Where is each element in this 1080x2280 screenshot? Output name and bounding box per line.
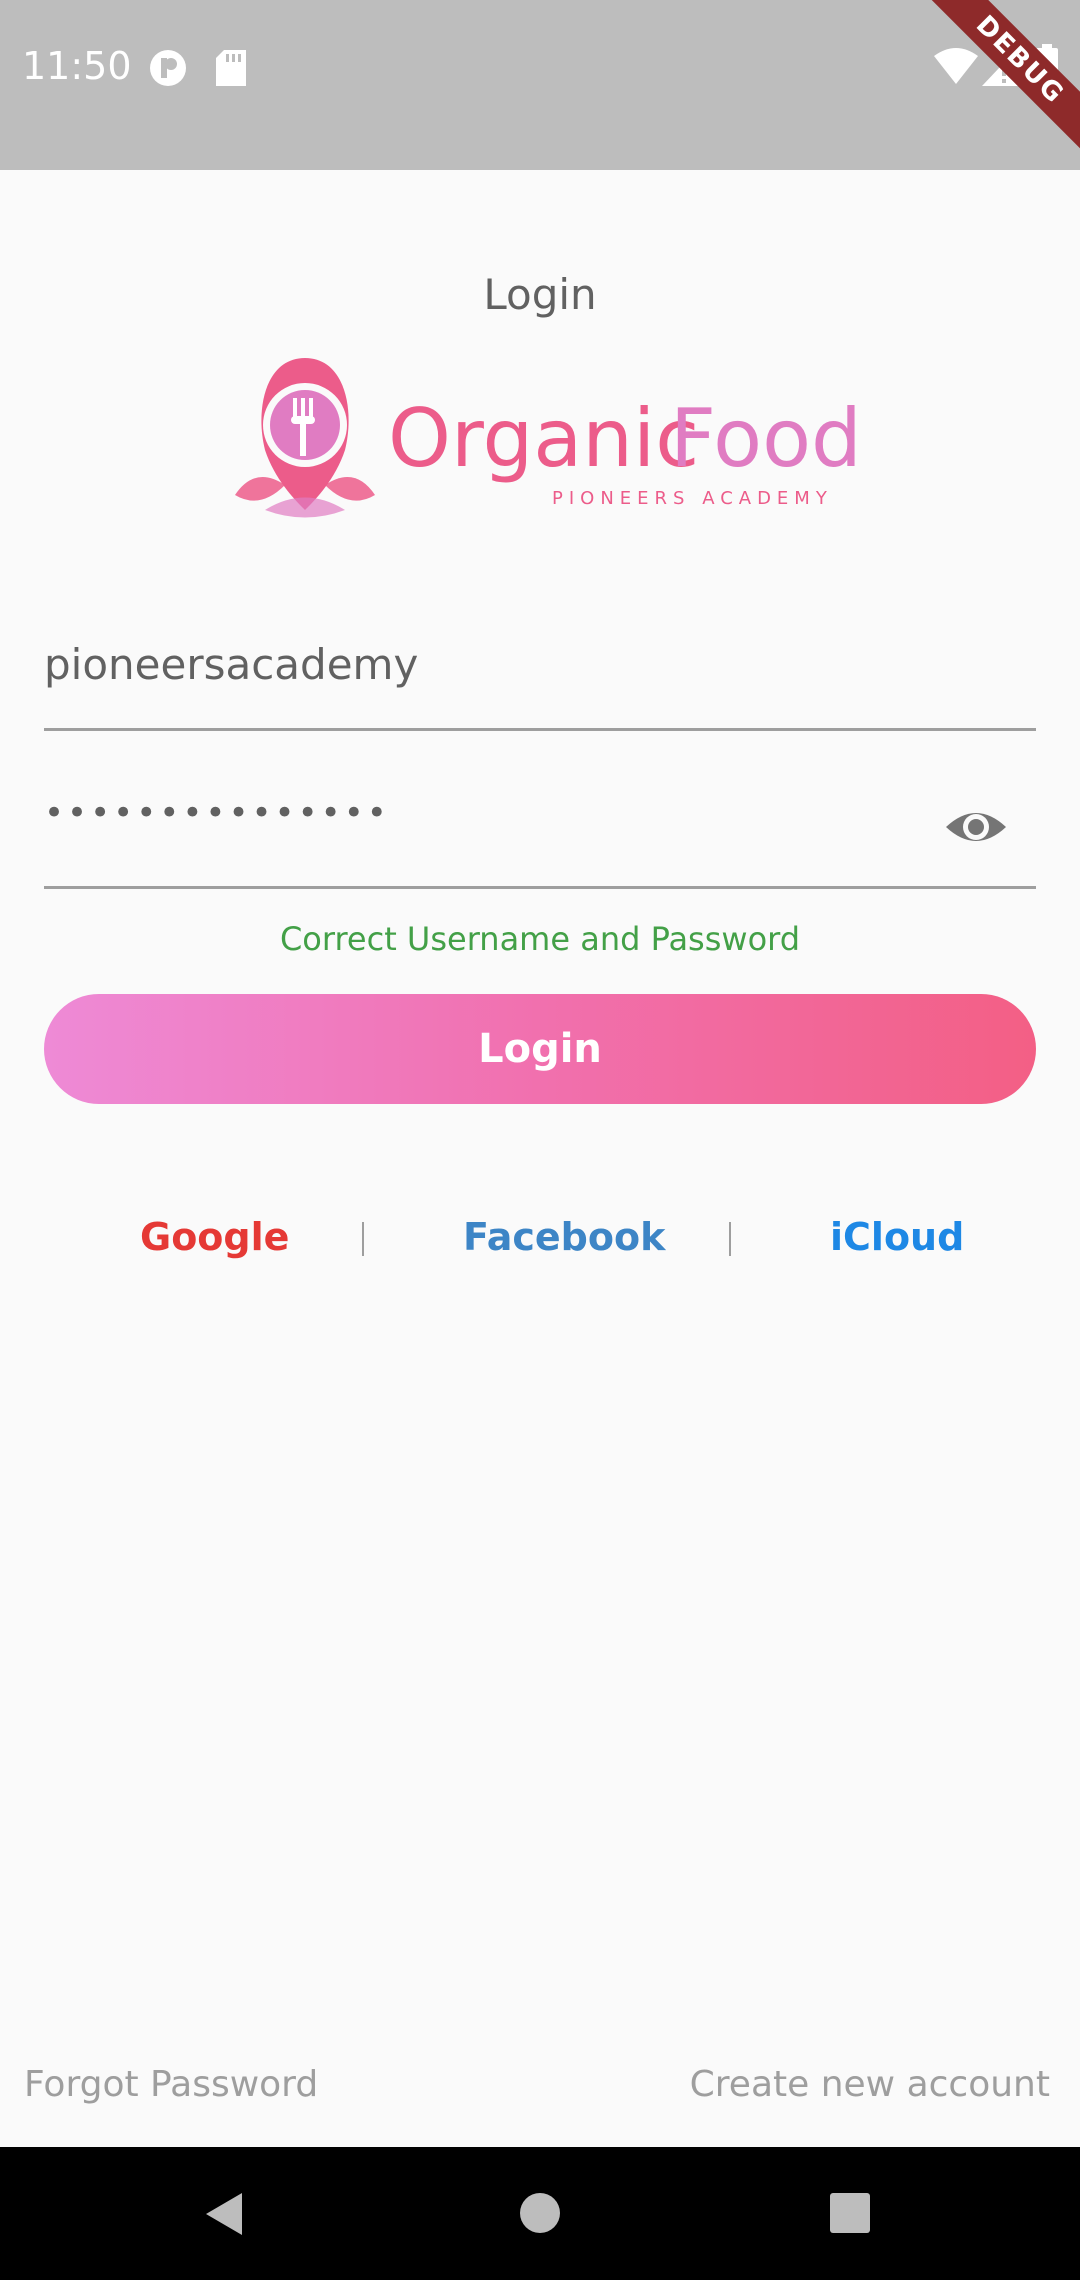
page-title: Login (483, 270, 597, 319)
create-account-link[interactable]: Create new account (690, 2064, 1050, 2105)
eye-icon[interactable] (944, 795, 1008, 859)
navigation-bar (0, 2147, 1080, 2280)
validation-message: Correct Username and Password (279, 920, 801, 958)
circle-p-icon (150, 50, 186, 86)
google-login-link[interactable]: Google (140, 1215, 289, 1259)
brand-name-food: Food (670, 392, 862, 485)
status-bar: 11:50 DEBUG (0, 0, 1080, 170)
recents-icon[interactable] (828, 2191, 872, 2235)
password-field[interactable]: ••••••••••••••• (44, 775, 1036, 889)
social-divider (362, 1222, 364, 1256)
facebook-login-link[interactable]: Facebook (463, 1215, 665, 1259)
brand-tagline: PIONEERS ACADEMY (552, 488, 833, 509)
icloud-login-link[interactable]: iCloud (830, 1215, 964, 1259)
password-value: ••••••••••••••• (44, 793, 390, 833)
login-button[interactable]: Login (44, 994, 1036, 1104)
status-time: 11:50 (22, 44, 132, 88)
sd-card-icon (216, 50, 246, 86)
social-divider (729, 1222, 731, 1256)
home-icon[interactable] (518, 2191, 562, 2235)
forgot-password-link[interactable]: Forgot Password (24, 2064, 318, 2105)
username-value: pioneersacademy (44, 640, 419, 689)
username-field[interactable]: pioneersacademy (44, 620, 1036, 731)
brand-name-organic: Organic (388, 392, 700, 485)
back-icon[interactable] (200, 2189, 250, 2239)
wifi-icon (934, 48, 978, 84)
